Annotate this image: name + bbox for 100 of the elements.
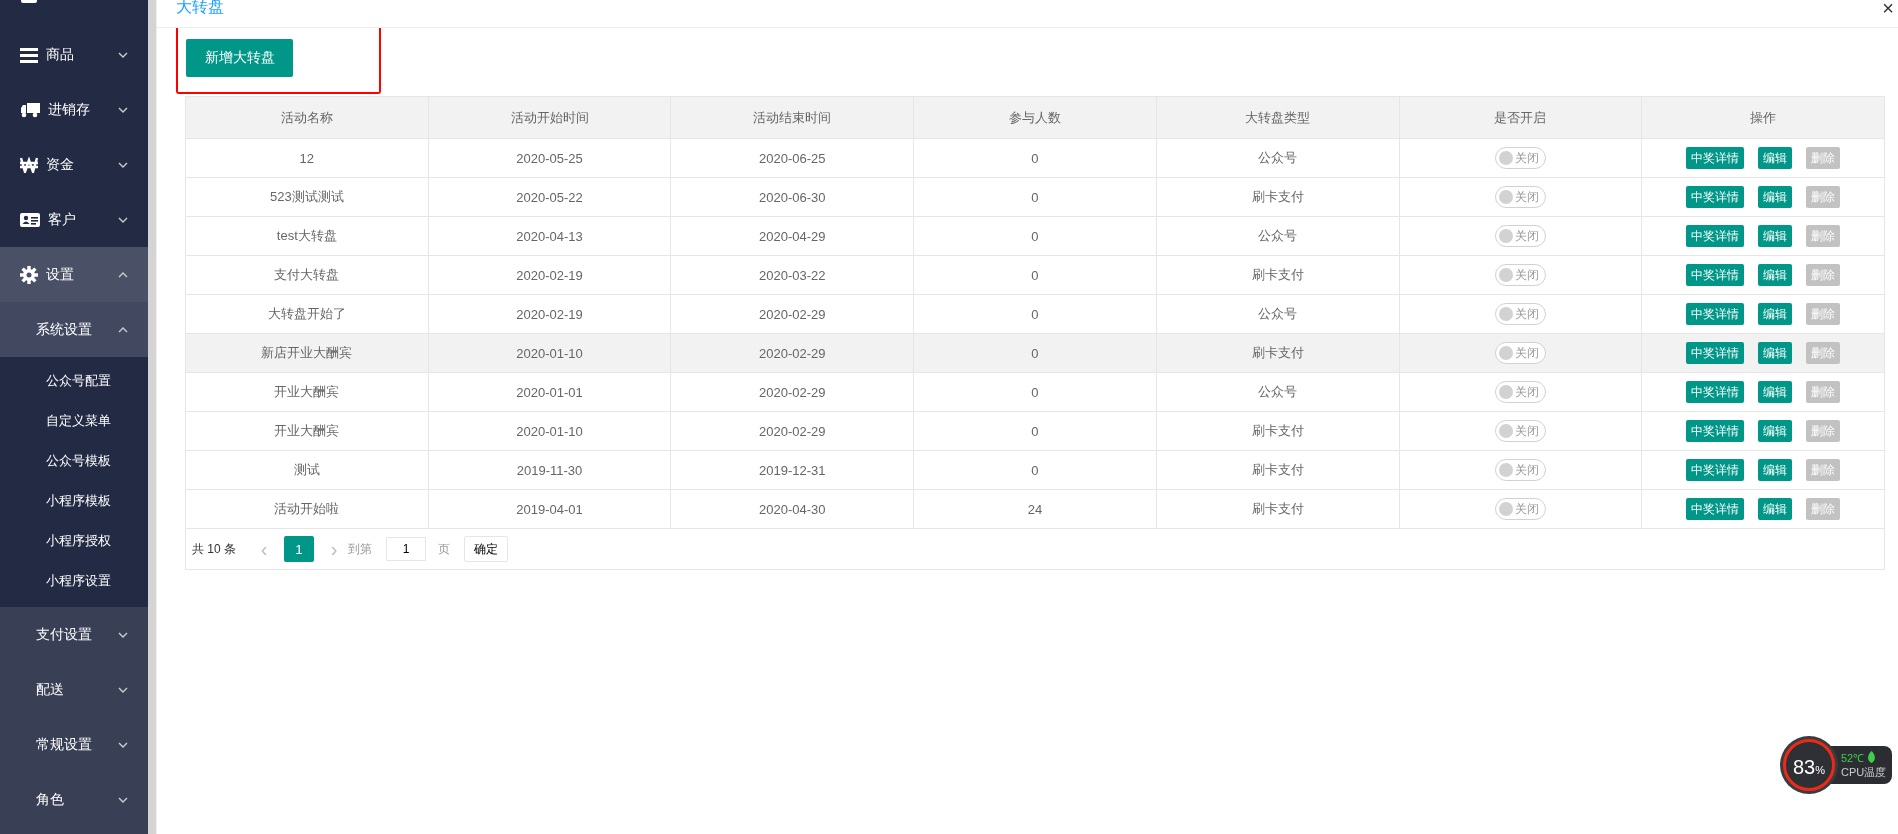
sidebar-link[interactable]: 公众号配置 xyxy=(0,361,111,401)
toggle-switch[interactable]: 关闭 xyxy=(1494,186,1546,208)
leaf-icon xyxy=(1867,751,1877,764)
edit-button[interactable]: 编辑 xyxy=(1758,459,1793,481)
table-cell: 523测试测试 xyxy=(185,177,429,217)
details-button[interactable]: 中奖详情 xyxy=(1686,459,1745,481)
chevron-down-icon xyxy=(118,686,128,693)
table-cell: 刷卡支付 xyxy=(1156,255,1399,295)
details-button[interactable]: 中奖详情 xyxy=(1686,420,1745,442)
sidebar-link[interactable]: 小程序模板 xyxy=(0,481,111,521)
table-cell: 开业大酬宾 xyxy=(185,411,429,451)
column-header: 活动名称 xyxy=(185,96,429,139)
chevron-down-icon xyxy=(118,51,128,58)
add-button[interactable]: 新增大转盘 xyxy=(186,39,293,77)
sidebar-link[interactable]: 公众号模板 xyxy=(0,441,111,481)
table-cell: 0 xyxy=(913,411,1157,451)
page-label: 页 xyxy=(438,540,450,558)
edit-button[interactable]: 编辑 xyxy=(1758,498,1793,520)
table-cell: 刷卡支付 xyxy=(1156,333,1399,373)
table-cell: 活动开始啦 xyxy=(185,489,429,529)
details-button[interactable]: 中奖详情 xyxy=(1686,147,1745,169)
sidebar-item[interactable]: 设置 xyxy=(0,247,148,302)
confirm-button[interactable]: 确定 xyxy=(464,536,508,562)
toggle-switch[interactable]: 关闭 xyxy=(1494,459,1546,481)
table-cell: 2020-03-22 xyxy=(670,255,914,295)
chevron-down-icon xyxy=(118,796,128,803)
sidebar-item[interactable]: 商品 xyxy=(0,27,148,82)
table-cell: 刷卡支付 xyxy=(1156,411,1399,451)
table-cell: 2019-04-01 xyxy=(428,489,671,529)
details-button[interactable]: 中奖详情 xyxy=(1686,186,1745,208)
toggle-switch[interactable]: 关闭 xyxy=(1494,147,1546,169)
edit-button[interactable]: 编辑 xyxy=(1758,225,1793,247)
details-button[interactable]: 中奖详情 xyxy=(1686,225,1745,247)
edit-button[interactable]: 编辑 xyxy=(1758,420,1793,442)
toggle-switch[interactable]: 关闭 xyxy=(1494,381,1546,403)
toggle-switch[interactable]: 关闭 xyxy=(1494,420,1546,442)
table-cell: 2020-05-22 xyxy=(428,177,671,217)
close-button[interactable]: × xyxy=(1878,0,1898,16)
settings-icon xyxy=(20,265,38,284)
details-button[interactable]: 中奖详情 xyxy=(1686,303,1745,325)
cpu-usage: 83 xyxy=(1793,756,1816,779)
toggle-switch[interactable]: 关闭 xyxy=(1494,498,1546,520)
toggle-switch[interactable]: 关闭 xyxy=(1494,264,1546,286)
details-button[interactable]: 中奖详情 xyxy=(1686,381,1745,403)
table-cell: 2020-02-29 xyxy=(670,411,914,451)
toggle-switch[interactable]: 关闭 xyxy=(1494,303,1546,325)
sidebar-link[interactable]: 小程序授权 xyxy=(0,521,111,561)
sidebar-subitem[interactable]: 系统设置 xyxy=(0,302,148,357)
page-button[interactable]: 1 xyxy=(284,536,314,562)
chevron-down-icon xyxy=(118,631,128,638)
table-cell: test大转盘 xyxy=(185,216,429,256)
sidebar-link[interactable]: 自定义菜单 xyxy=(0,401,111,441)
truck-icon xyxy=(20,101,40,118)
edit-button[interactable]: 编辑 xyxy=(1758,342,1793,364)
page-input[interactable]: 1 xyxy=(386,537,426,561)
goto-label: 到第 xyxy=(348,540,372,558)
edit-button[interactable]: 编辑 xyxy=(1758,303,1793,325)
details-button[interactable]: 中奖详情 xyxy=(1686,264,1745,286)
table-cell: 公众号 xyxy=(1156,216,1399,256)
table-cell: 开业大酬宾 xyxy=(185,372,429,412)
table-cell: 0 xyxy=(913,138,1157,178)
table-cell: 2020-06-25 xyxy=(670,138,914,178)
table-cell: 12 xyxy=(185,138,429,178)
table-cell: 2020-02-19 xyxy=(428,255,671,295)
table-cell: 2020-04-13 xyxy=(428,216,671,256)
id-card-icon xyxy=(20,211,40,228)
sidebar-label: 商品 xyxy=(46,45,75,64)
cpu-label: CPU温度 xyxy=(1841,765,1887,780)
edit-button[interactable]: 编辑 xyxy=(1758,186,1793,208)
column-header: 活动结束时间 xyxy=(670,96,914,139)
column-header: 大转盘类型 xyxy=(1156,96,1399,139)
toggle-switch[interactable]: 关闭 xyxy=(1494,342,1546,364)
edit-button[interactable]: 编辑 xyxy=(1758,147,1793,169)
toggle-switch[interactable]: 关闭 xyxy=(1494,225,1546,247)
table-cell: 2020-04-30 xyxy=(670,489,914,529)
edit-button[interactable]: 编辑 xyxy=(1758,381,1793,403)
column-header: 是否开启 xyxy=(1399,96,1642,139)
table-cell: 0 xyxy=(913,372,1157,412)
sidebar-item[interactable]: 资金 xyxy=(0,137,148,192)
sidebar-item[interactable]: 客户 xyxy=(0,192,148,247)
sidebar-item[interactable]: 进销存 xyxy=(0,82,148,137)
sidebar-link[interactable]: 小程序设置 xyxy=(0,561,111,601)
table-cell: 0 xyxy=(913,294,1157,334)
cpu-temperature: 52℃ xyxy=(1841,751,1865,765)
table-cell: 支付大转盘 xyxy=(185,255,429,295)
prev-page-button[interactable]: ‹ xyxy=(250,537,278,561)
table-cell: 大转盘开始了 xyxy=(185,294,429,334)
column-header: 参与人数 xyxy=(913,96,1157,139)
details-button[interactable]: 中奖详情 xyxy=(1686,498,1745,520)
table-cell: 2020-01-10 xyxy=(428,333,671,373)
next-page-button[interactable]: › xyxy=(320,537,348,561)
sidebar-label: 常规设置 xyxy=(36,735,93,754)
table-cell: 2020-02-29 xyxy=(670,333,914,373)
table-cell: 2020-02-19 xyxy=(428,294,671,334)
percent-sign: % xyxy=(1815,764,1825,776)
edit-button[interactable]: 编辑 xyxy=(1758,264,1793,286)
sidebar-label: 设置 xyxy=(46,265,75,284)
details-button[interactable]: 中奖详情 xyxy=(1686,342,1745,364)
chevron-down-icon xyxy=(118,216,128,223)
table-cell: 2020-01-01 xyxy=(428,372,671,412)
